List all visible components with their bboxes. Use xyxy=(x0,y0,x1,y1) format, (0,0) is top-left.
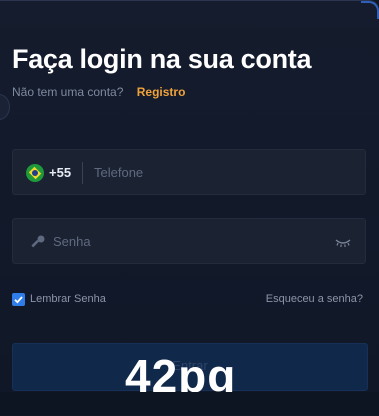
password-input[interactable]: Senha xyxy=(53,234,91,249)
bottom-bar xyxy=(0,392,379,415)
remember-label[interactable]: Lembrar Senha xyxy=(30,293,106,305)
phone-input[interactable]: Telefone xyxy=(94,165,143,180)
eye-closed-icon[interactable] xyxy=(335,235,351,249)
field-divider xyxy=(82,162,83,184)
checkbox-checked-icon[interactable] xyxy=(12,293,25,306)
page-title: Faça login na sua conta xyxy=(12,44,312,74)
register-link[interactable]: Registro xyxy=(137,85,186,99)
brazil-flag-icon[interactable] xyxy=(26,164,44,182)
forgot-password-link[interactable]: Esqueceu a senha? xyxy=(266,293,363,305)
phone-field[interactable]: +55 Telefone xyxy=(12,149,366,195)
no-account-text: Não tem uma conta? xyxy=(12,85,124,99)
country-code[interactable]: +55 xyxy=(49,165,71,180)
key-icon xyxy=(31,235,45,248)
password-field[interactable]: Senha xyxy=(12,218,366,264)
corner-accent xyxy=(361,1,379,19)
register-prompt: Não tem uma conta? Registro xyxy=(12,85,185,99)
